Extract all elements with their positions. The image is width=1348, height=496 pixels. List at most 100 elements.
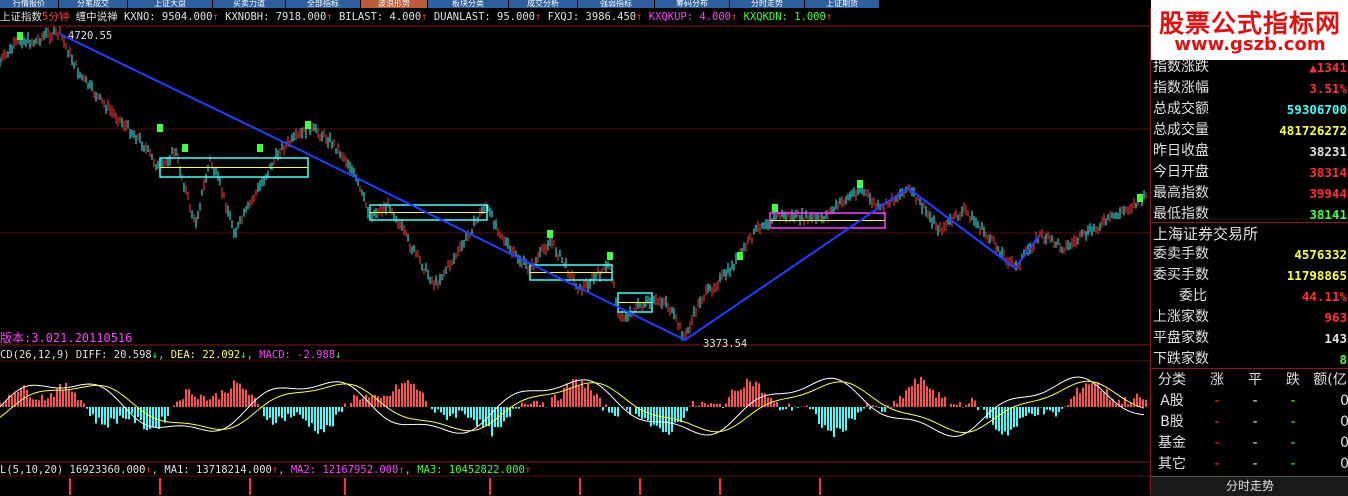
stat-row: 指数涨跌 ▲1341 <box>1151 57 1348 78</box>
peak-marker <box>305 121 311 129</box>
tab-10[interactable]: 筹码分布 <box>655 0 730 8</box>
table-header[interactable]: 平 <box>1237 370 1273 391</box>
stat-row: 今日开盘 38314 <box>1151 162 1348 183</box>
stat-row: 指数涨幅 3.51% <box>1151 78 1348 99</box>
divider <box>1151 368 1348 369</box>
table-row-name: A股 <box>1160 393 1184 409</box>
trade-value: 963 <box>1324 310 1347 325</box>
trade-label: 平盘家数 <box>1153 330 1209 346</box>
stat-value: 38314 <box>1309 165 1347 180</box>
ma2-value: MA2: 12167952.000 <box>290 464 399 476</box>
table-cell: - <box>1214 435 1220 451</box>
tab-1[interactable]: 行情报价 <box>0 0 59 8</box>
up-arrow-icon: ↑ <box>212 11 219 23</box>
bilast-value: BILAST: 4.000 <box>338 11 422 23</box>
table-cell: - <box>1214 456 1220 472</box>
table-cell: 0 <box>1340 414 1348 430</box>
stat-row: 最高指数 39944 <box>1151 183 1348 204</box>
tab-12[interactable]: 上证期货 <box>805 0 880 8</box>
up-arrow-icon: ↑ <box>534 11 542 23</box>
tab-8[interactable]: 成交分析 <box>509 0 578 8</box>
volume-bars <box>69 478 821 495</box>
tab-7[interactable]: 板块分类 <box>428 0 509 8</box>
table-cell: - <box>1252 414 1258 430</box>
intraday-button[interactable]: 分时走势 <box>1151 476 1348 496</box>
diff-value: DIFF: 20.598 <box>75 349 152 361</box>
table-cell: - <box>1252 435 1258 451</box>
vol-value: 16923360.000 <box>69 464 146 476</box>
tab-3[interactable]: 上证大盘 <box>128 0 213 8</box>
macd-histogram <box>0 376 1147 437</box>
peak-marker <box>1137 194 1143 202</box>
stat-value: 481726272 <box>1279 123 1347 138</box>
tab-11[interactable]: 分时走势 <box>730 0 805 8</box>
ma1-value: MA1: 13718214.000 <box>164 464 272 476</box>
table-header[interactable]: 涨 <box>1199 370 1235 391</box>
fxqj-value: FXQJ: 3986.450 <box>547 11 637 23</box>
up-arrow-icon: ↑ <box>398 464 405 476</box>
table-header[interactable]: 跌 <box>1275 370 1311 391</box>
trade-label: 委买手数 <box>1153 267 1209 283</box>
peak-marker <box>857 180 863 188</box>
peak-marker <box>607 252 613 260</box>
table-cell: 0 <box>1340 393 1348 409</box>
tab-2[interactable]: 分笔成交 <box>59 0 128 8</box>
trade-row: 下跌家数 8 <box>1151 349 1348 370</box>
peak-marker <box>182 144 188 152</box>
peak-marker <box>17 32 23 40</box>
logo-url: www.gszb.com <box>1174 34 1326 55</box>
site-logo: 股票公式指标网 www.gszb.com <box>1151 0 1348 60</box>
volume-info-line: L(5,10,20) 16923360.000↑, MA1: 13718214.… <box>0 464 532 476</box>
tab-6[interactable]: 波浪形势 <box>361 0 428 8</box>
trade-label: 下跌家数 <box>1153 351 1209 367</box>
period-label[interactable]: 5分钟 <box>42 11 69 23</box>
duanlast-value: DUANLAST: 95.000 <box>433 11 535 23</box>
up-arrow-icon: ↑ <box>326 11 333 23</box>
kline-chart[interactable] <box>0 8 1150 495</box>
ma3-value: MA3: 10452822.000 <box>417 464 525 476</box>
stat-label: 指数涨跌 <box>1153 59 1209 75</box>
stat-value: ▲1341 <box>1309 60 1347 75</box>
table-cell: - <box>1252 456 1258 472</box>
table-header[interactable]: 额(亿 <box>1311 370 1348 391</box>
trade-row: 平盘家数 143 <box>1151 328 1348 349</box>
table-cell: - <box>1290 435 1296 451</box>
up-arrow-icon: ↑ <box>730 11 738 23</box>
price-high-label: 4720.55 <box>68 30 113 42</box>
stat-label: 今日开盘 <box>1153 164 1209 180</box>
peak-marker <box>772 204 778 212</box>
candlestick-series <box>0 25 1147 341</box>
macd-name: CD(26,12,9) <box>0 349 70 361</box>
stat-label: 总成交量 <box>1153 122 1209 138</box>
price-low-label: 3373.54 <box>703 338 748 350</box>
table-cell: 0 <box>1340 456 1348 472</box>
version-label: 版本:3.021.20110516 <box>0 331 133 345</box>
stat-label: 昨日收盘 <box>1153 143 1209 159</box>
up-arrow-icon: ↑ <box>636 11 643 23</box>
tab-9[interactable]: 强弱指标 <box>578 0 655 8</box>
table-row-name: 基金 <box>1158 435 1186 451</box>
trade-row: 委买手数 11798865 <box>1151 265 1348 286</box>
table-header[interactable]: 分类 <box>1153 370 1191 391</box>
kxqkdn-value: KXQKDN: 1.000 <box>743 11 826 23</box>
trend-polyline <box>59 33 1016 342</box>
vol-name: L(5,10,20) <box>0 464 64 476</box>
up-arrow-icon: ↑ <box>825 11 833 23</box>
trend-polyline <box>907 187 1041 270</box>
trade-label: 委比 <box>1179 288 1207 304</box>
stat-value: 59306700 <box>1286 102 1347 117</box>
trade-value: 8 <box>1339 352 1347 367</box>
indicator-info-line: 上证指数5分钟 缠中说禅 KXNO: 9504.000↑ KXNOBH: 791… <box>0 8 832 26</box>
macd-info-line: CD(26,12,9) DIFF: 20.598↓, DEA: 22.092↓,… <box>0 349 342 361</box>
stat-row: 总成交量 481726272 <box>1151 120 1348 141</box>
up-arrow-icon: ↑ <box>421 11 428 23</box>
tab-5[interactable]: 全部指标 <box>286 0 361 8</box>
index-title[interactable]: 上证指数 <box>0 11 42 23</box>
tab-4[interactable]: 买卖力道 <box>213 0 286 8</box>
trade-row: 上涨家数 963 <box>1151 307 1348 328</box>
stat-value: 39944 <box>1309 186 1347 201</box>
trade-row: 委卖手数 4576332 <box>1151 244 1348 265</box>
top-tab-bar: 行情报价 分笔成交 上证大盘 买卖力道 全部指标 波浪形势 板块分类 成交分析 强弱指标 筹码分布… <box>0 0 1348 8</box>
peak-marker <box>257 144 263 152</box>
down-arrow-icon: ↓ <box>151 349 159 361</box>
